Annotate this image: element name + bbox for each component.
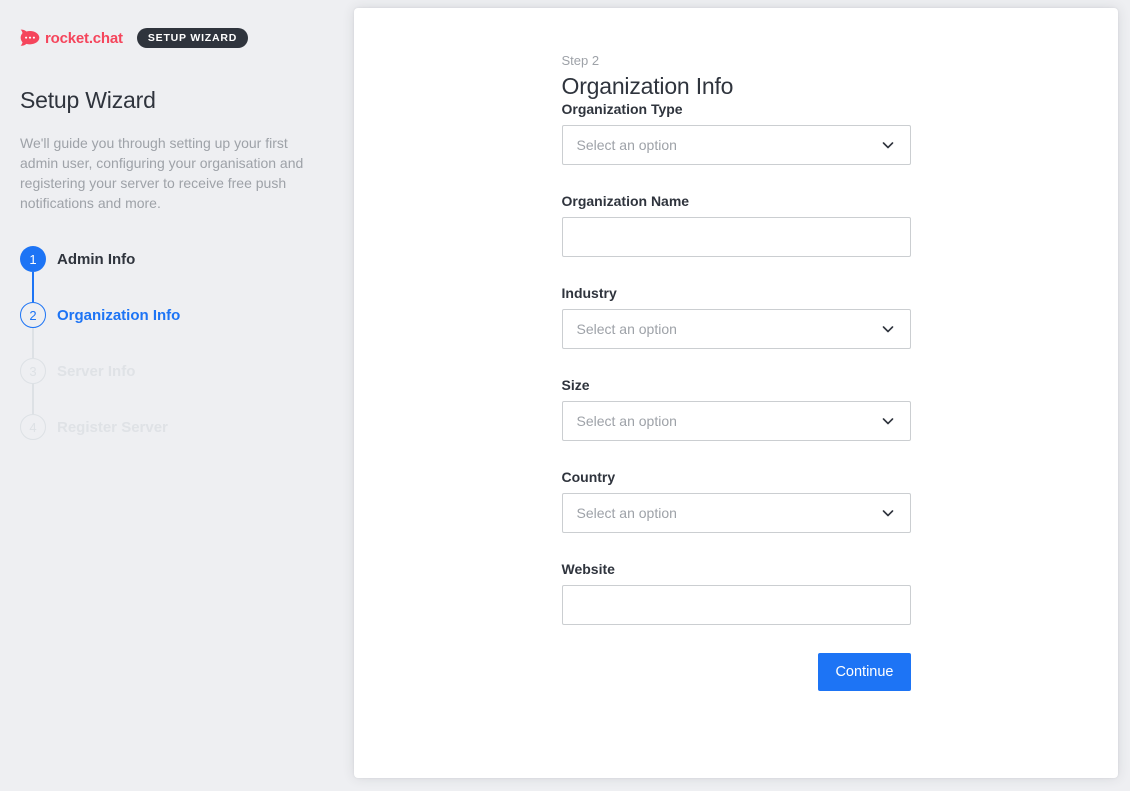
organization-type-select[interactable]: Select an option bbox=[562, 125, 911, 165]
country-select[interactable]: Select an option bbox=[562, 493, 911, 533]
field-label: Country bbox=[562, 469, 911, 486]
chevron-down-icon bbox=[880, 321, 896, 337]
chevron-down-icon bbox=[880, 137, 896, 153]
rocketchat-speech-bubble-icon bbox=[20, 28, 40, 48]
setup-steps: 1 Admin Info 2 Organization Info 3 Serve… bbox=[20, 246, 334, 440]
field-label: Organization Type bbox=[562, 101, 911, 118]
website-input[interactable] bbox=[562, 585, 911, 625]
step-item-admin-info[interactable]: 1 Admin Info bbox=[20, 246, 334, 272]
select-placeholder: Select an option bbox=[577, 413, 677, 429]
field-organization-type: Organization Type Select an option bbox=[562, 101, 911, 165]
step-label: Register Server bbox=[57, 419, 168, 436]
field-label: Organization Name bbox=[562, 193, 911, 210]
wizard-card: Step 2 Organization Info Organization Ty… bbox=[354, 8, 1118, 778]
sidebar-description: We'll guide you through setting up your … bbox=[20, 133, 322, 213]
select-placeholder: Select an option bbox=[577, 137, 677, 153]
sidebar: rocket.chat SETUP WIZARD Setup Wizard We… bbox=[0, 0, 354, 791]
continue-button[interactable]: Continue bbox=[818, 653, 910, 691]
step-item-register-server[interactable]: 4 Register Server bbox=[20, 414, 334, 440]
industry-select[interactable]: Select an option bbox=[562, 309, 911, 349]
field-country: Country Select an option bbox=[562, 469, 911, 533]
step-connector bbox=[32, 328, 34, 358]
size-select[interactable]: Select an option bbox=[562, 401, 911, 441]
field-organization-name: Organization Name bbox=[562, 193, 911, 257]
organization-name-input[interactable] bbox=[562, 217, 911, 257]
select-placeholder: Select an option bbox=[577, 505, 677, 521]
select-placeholder: Select an option bbox=[577, 321, 677, 337]
step-number-badge: 1 bbox=[20, 246, 46, 272]
field-label: Industry bbox=[562, 285, 911, 302]
step-label: Admin Info bbox=[57, 251, 135, 268]
organization-info-form: Step 2 Organization Info Organization Ty… bbox=[562, 8, 911, 778]
step-item-organization-info[interactable]: 2 Organization Info bbox=[20, 302, 334, 328]
step-connector bbox=[32, 272, 34, 302]
step-number-badge: 3 bbox=[20, 358, 46, 384]
logo-wordmark: rocket.chat bbox=[45, 30, 123, 47]
step-label: Server Info bbox=[57, 363, 135, 380]
rocketchat-logo: rocket.chat bbox=[20, 28, 123, 48]
step-number-badge: 4 bbox=[20, 414, 46, 440]
field-label: Website bbox=[562, 561, 911, 578]
step-item-server-info[interactable]: 3 Server Info bbox=[20, 358, 334, 384]
logo-row: rocket.chat SETUP WIZARD bbox=[20, 27, 334, 49]
setup-wizard-page: rocket.chat SETUP WIZARD Setup Wizard We… bbox=[0, 0, 1130, 791]
field-website: Website bbox=[562, 561, 911, 625]
field-industry: Industry Select an option bbox=[562, 285, 911, 349]
step-label: Organization Info bbox=[57, 307, 180, 324]
chevron-down-icon bbox=[880, 505, 896, 521]
chevron-down-icon bbox=[880, 413, 896, 429]
form-actions: Continue bbox=[562, 653, 911, 691]
step-number-badge: 2 bbox=[20, 302, 46, 328]
field-size: Size Select an option bbox=[562, 377, 911, 441]
step-eyebrow: Step 2 bbox=[562, 53, 911, 69]
field-label: Size bbox=[562, 377, 911, 394]
sidebar-title: Setup Wizard bbox=[20, 87, 334, 114]
step-connector bbox=[32, 384, 34, 414]
page-title: Organization Info bbox=[562, 71, 911, 101]
setup-wizard-badge: SETUP WIZARD bbox=[137, 28, 248, 49]
